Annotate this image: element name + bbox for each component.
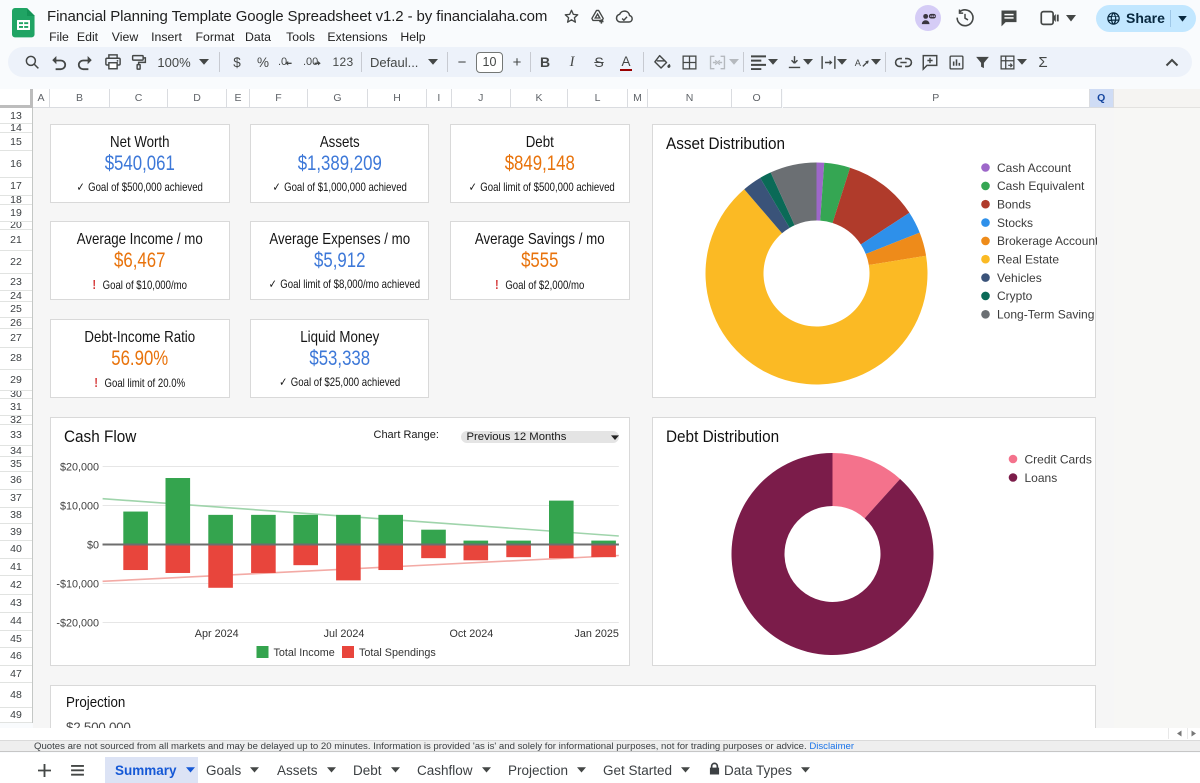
svg-text:Cash Account: Cash Account xyxy=(997,161,1072,175)
svg-text:Jul 2024: Jul 2024 xyxy=(324,628,365,640)
svg-text:Jan 2025: Jan 2025 xyxy=(574,628,618,640)
svg-text:Vehicles: Vehicles xyxy=(997,271,1042,285)
svg-text:Total Income: Total Income xyxy=(274,647,335,659)
svg-text:.0: .0 xyxy=(278,56,287,68)
svg-text:.00: .00 xyxy=(303,56,318,68)
svg-text:$20,000: $20,000 xyxy=(60,462,99,474)
svg-text:Apr 2024: Apr 2024 xyxy=(195,628,239,640)
svg-text:Total Spendings: Total Spendings xyxy=(359,647,436,659)
svg-text:Long-Term Saving: Long-Term Saving xyxy=(997,308,1094,322)
svg-text:$10,000: $10,000 xyxy=(60,501,99,513)
svg-text:$0: $0 xyxy=(87,540,99,552)
svg-text:Credit Cards: Credit Cards xyxy=(1025,452,1092,466)
svg-text:Real Estate: Real Estate xyxy=(997,253,1059,267)
svg-text:Brokerage Account: Brokerage Account xyxy=(997,234,1097,248)
svg-text:Loans: Loans xyxy=(1025,471,1058,485)
svg-text:-$10,000: -$10,000 xyxy=(56,579,99,591)
svg-text:Cash Equivalent: Cash Equivalent xyxy=(997,179,1085,193)
svg-text:A: A xyxy=(854,58,861,68)
svg-text:-$20,000: -$20,000 xyxy=(56,618,99,630)
svg-text:Bonds: Bonds xyxy=(997,198,1031,212)
svg-text:Crypto: Crypto xyxy=(997,289,1033,303)
svg-text:Stocks: Stocks xyxy=(997,216,1033,230)
svg-text:Oct 2024: Oct 2024 xyxy=(449,628,493,640)
